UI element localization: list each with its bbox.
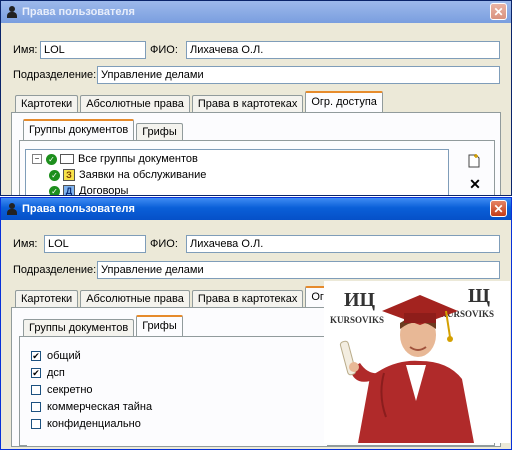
tab-access-restrictions[interactable]: Огр. доступа <box>305 91 383 113</box>
delete-button[interactable]: ✕ <box>466 175 484 193</box>
check-circle-icon: ✓ <box>49 169 60 181</box>
dept-label: Подразделение: <box>13 264 97 276</box>
stamp-label: коммерческая тайна <box>47 401 153 413</box>
graduate-illustration <box>339 295 474 443</box>
tab-stamps[interactable]: Грифы <box>136 315 183 337</box>
window-title: Права пользователя <box>22 6 135 18</box>
close-button[interactable]: ✕ <box>490 3 507 20</box>
stamp-label: конфиденциально <box>47 418 141 430</box>
stamps-list[interactable]: ✔ общий ✔ дсп секретно коммерческая тайн… <box>27 346 327 446</box>
add-document-icon <box>468 154 480 168</box>
document-group-icon: З <box>63 169 75 181</box>
kursoviks-watermark: ИЦ KURSOVIKS Щ KURSOVIKS <box>324 281 510 443</box>
stamp-label: секретно <box>47 384 93 396</box>
tab-card-rights[interactable]: Права в картотеках <box>191 95 304 113</box>
tab-card-rights[interactable]: Права в картотеках <box>191 290 304 308</box>
sub-tabs: Группы документов Грифы <box>23 119 185 141</box>
app-icon <box>6 6 18 18</box>
fio-label: ФИО: <box>150 238 178 250</box>
stamp-item[interactable]: ✔ дсп <box>31 367 65 379</box>
window-title: Права пользователя <box>22 203 135 215</box>
name-field[interactable]: LOL <box>40 41 146 59</box>
fio-field[interactable]: Лихачева О.Л. <box>186 41 500 59</box>
fio-label: ФИО: <box>150 44 178 56</box>
tree-item-label: Заявки на обслуживание <box>79 169 207 181</box>
stamp-checkbox[interactable] <box>31 419 41 429</box>
front-window-titlebar[interactable]: Права пользователя ✕ <box>1 198 511 220</box>
sub-tabs: Группы документов Грифы <box>23 315 185 337</box>
add-document-button[interactable] <box>465 153 483 171</box>
tree-root[interactable]: − ✓ Все группы документов <box>32 153 198 165</box>
stamp-checkbox[interactable] <box>31 385 41 395</box>
app-icon <box>6 203 18 215</box>
close-button[interactable]: ✕ <box>490 200 507 217</box>
tab-document-groups[interactable]: Группы документов <box>23 119 135 141</box>
tab-cards[interactable]: Картотеки <box>15 95 79 113</box>
stamp-checkbox[interactable]: ✔ <box>31 351 41 361</box>
dept-label: Подразделение: <box>13 69 97 81</box>
tree-root-label: Все группы документов <box>78 153 198 165</box>
dept-field[interactable]: Управление делами <box>97 66 500 84</box>
check-circle-icon: ✓ <box>46 153 57 165</box>
dept-field[interactable]: Управление делами <box>97 261 500 279</box>
tab-absolute-rights[interactable]: Абсолютные права <box>80 290 190 308</box>
stamp-item[interactable]: коммерческая тайна <box>31 401 152 413</box>
document-group-icon: Д <box>63 185 75 195</box>
back-window: Права пользователя ✕ Имя: LOL ФИО: Лихач… <box>0 0 512 196</box>
stamp-checkbox[interactable]: ✔ <box>31 368 41 378</box>
check-circle-icon: ✓ <box>49 185 60 195</box>
tab-cards[interactable]: Картотеки <box>15 290 79 308</box>
stamp-item[interactable]: ✔ общий <box>31 350 81 362</box>
back-window-titlebar[interactable]: Права пользователя ✕ <box>1 1 511 23</box>
stamp-label: общий <box>47 350 81 362</box>
tab-absolute-rights[interactable]: Абсолютные права <box>80 95 190 113</box>
main-tabs: Картотеки Абсолютные права Права в карто… <box>15 91 385 113</box>
name-label: Имя: <box>13 238 38 250</box>
tree-item[interactable]: ✓ З Заявки на обслуживание <box>49 169 206 181</box>
stamp-checkbox[interactable] <box>31 402 41 412</box>
stamp-item[interactable]: секретно <box>31 384 93 396</box>
document-group-tree[interactable]: − ✓ Все группы документов ✓ З Заявки на … <box>25 149 449 196</box>
stamp-label: дсп <box>47 367 65 379</box>
tree-item[interactable]: ✓ Д Договоры <box>49 185 129 196</box>
tree-item-label: Договоры <box>79 185 129 196</box>
folder-icon <box>60 154 74 164</box>
tab-stamps[interactable]: Грифы <box>136 123 183 141</box>
collapse-icon[interactable]: − <box>32 154 42 164</box>
stamp-item[interactable]: конфиденциально <box>31 418 141 430</box>
tab-document-groups[interactable]: Группы документов <box>23 319 135 337</box>
name-field[interactable]: LOL <box>44 235 146 253</box>
fio-field[interactable]: Лихачева О.Л. <box>186 235 500 253</box>
name-label: Имя: <box>13 44 38 56</box>
